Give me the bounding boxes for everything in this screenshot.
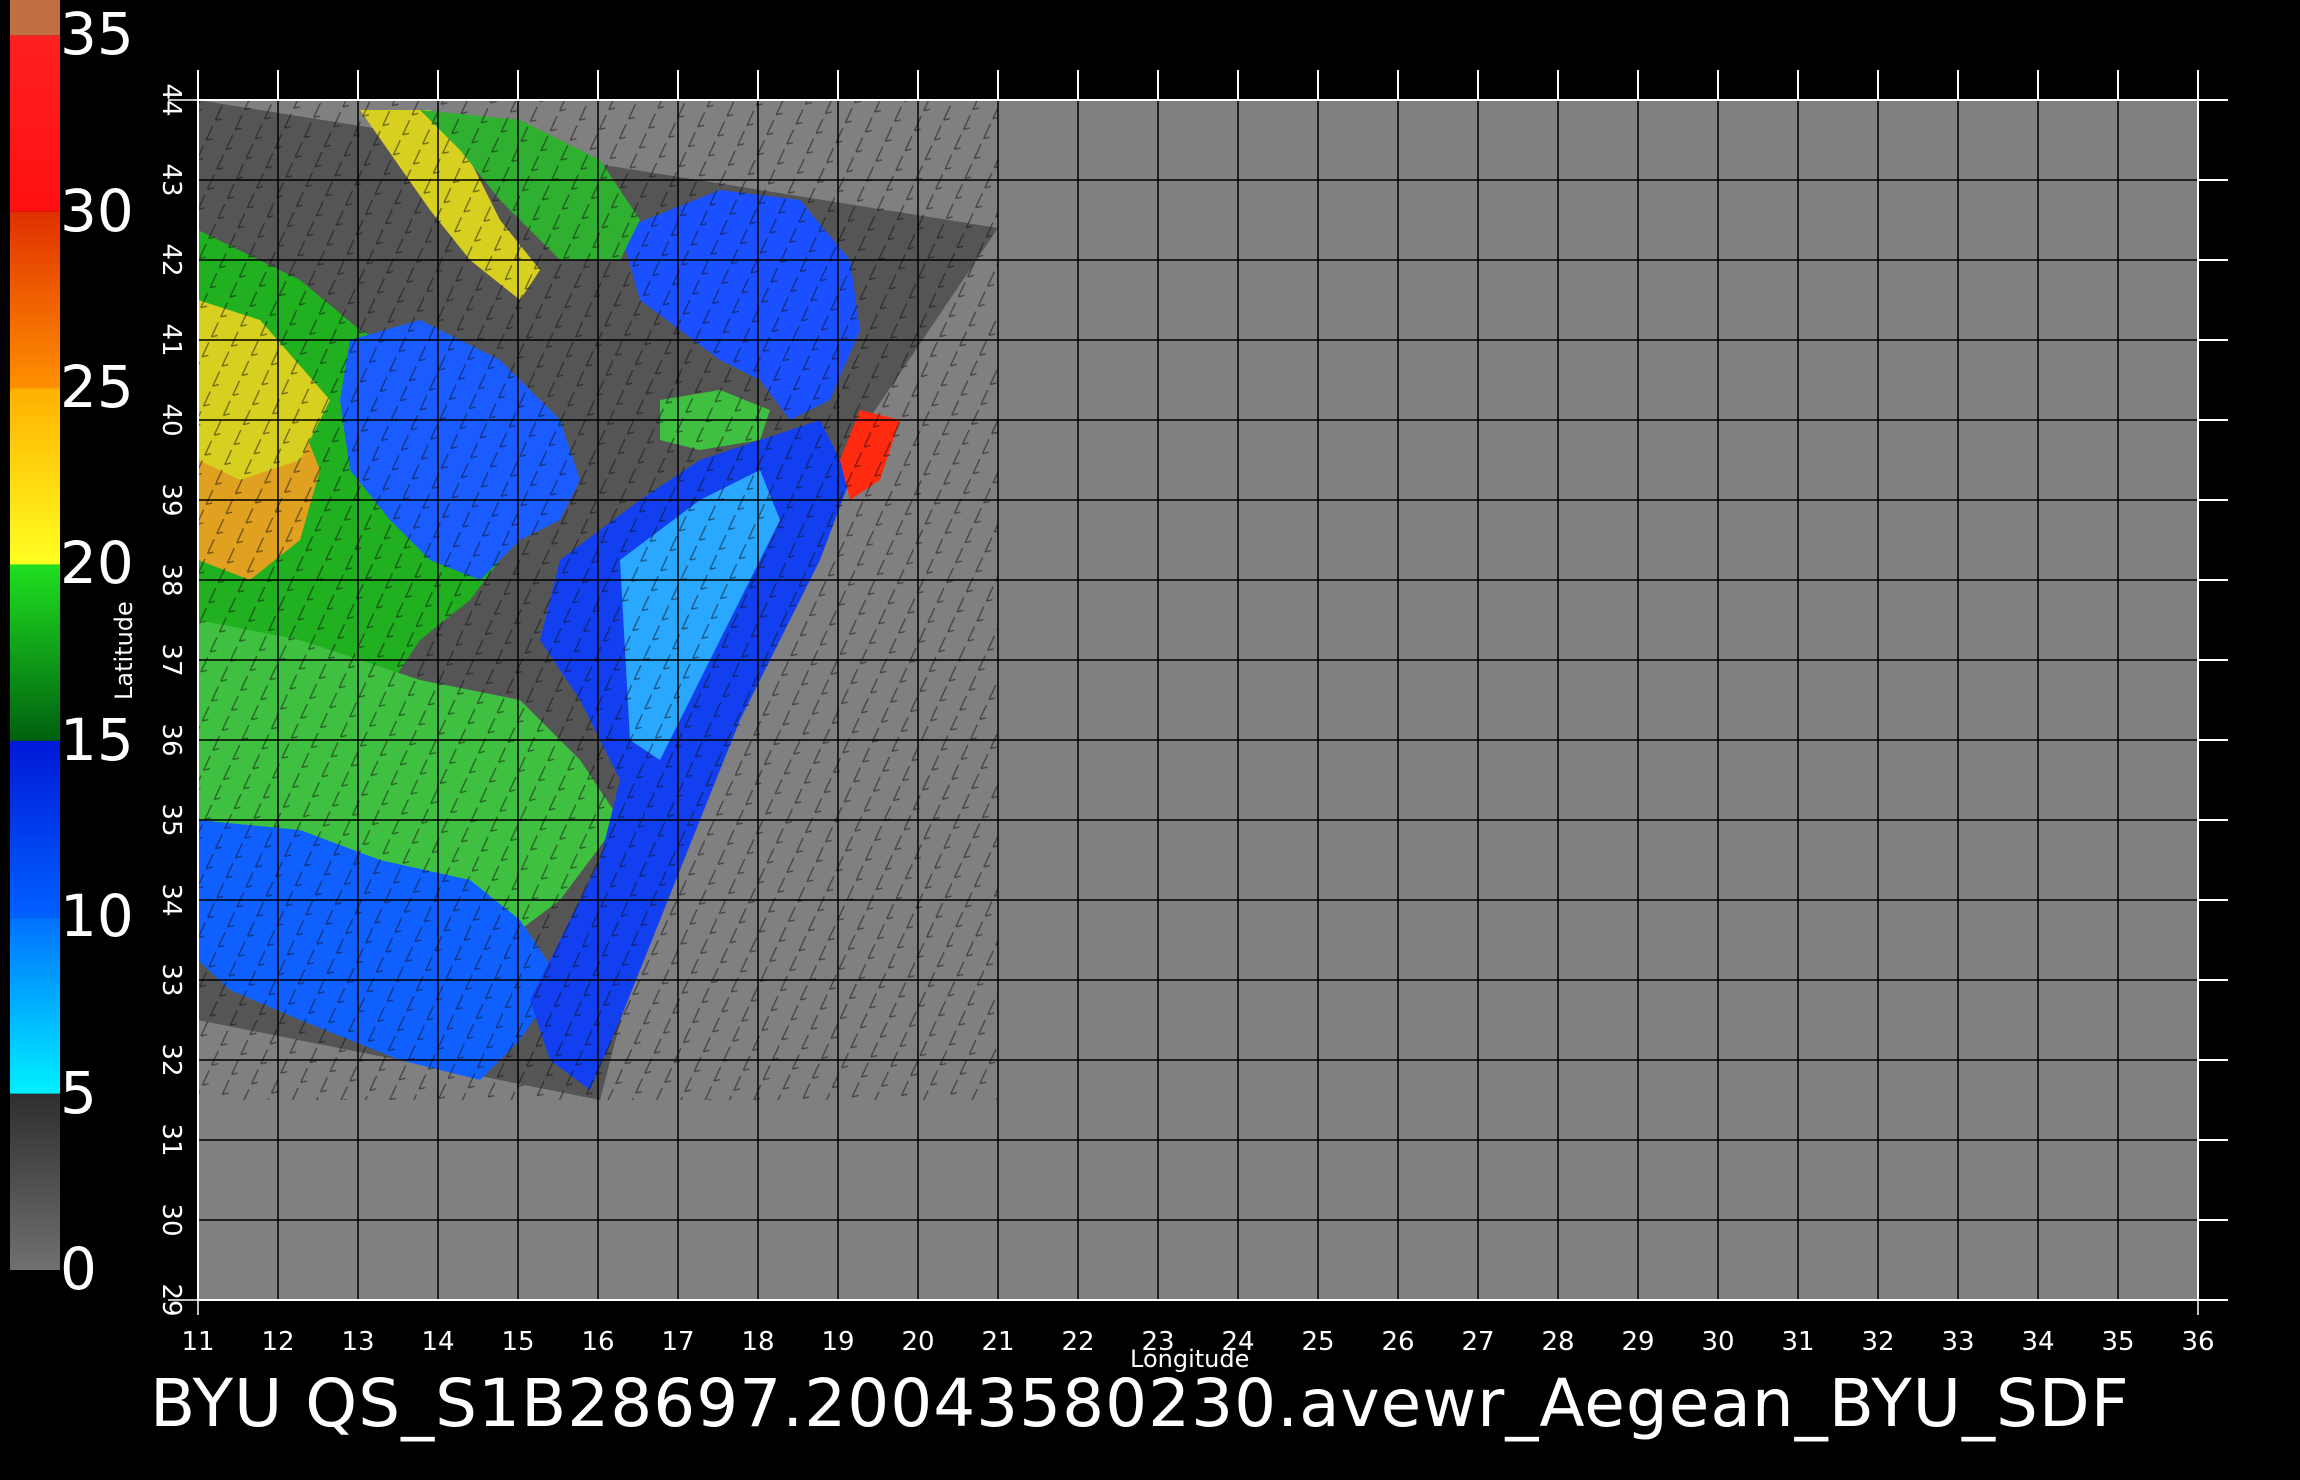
lon-tick-label: 36: [2181, 1327, 2214, 1357]
colorbar-band: [10, 0, 60, 36]
lat-tick-label: 29: [156, 1283, 186, 1316]
lat-tick-label: 36: [156, 723, 186, 756]
lon-tick-label: 20: [901, 1327, 934, 1357]
lon-tick-label: 33: [1941, 1327, 1974, 1357]
lon-tick-label: 12: [261, 1327, 294, 1357]
colorbar-label: 5: [60, 1058, 97, 1127]
lat-tick-label: 44: [156, 83, 186, 116]
colorbar-label: 0: [60, 1235, 97, 1303]
figure-caption: BYU QS_S1B28697.20043580230.avewr_Aegean…: [150, 1365, 2130, 1442]
lat-tick-label: 33: [156, 963, 186, 996]
lon-tick-label: 17: [661, 1327, 694, 1357]
lon-tick-label: 13: [341, 1327, 374, 1357]
lat-tick-label: 30: [156, 1203, 186, 1236]
colorbar-band: [10, 388, 60, 565]
lon-tick-label: 18: [741, 1327, 774, 1357]
colorbar-label: 15: [60, 705, 134, 774]
lon-tick-label: 34: [2021, 1327, 2054, 1357]
latitude-tick-labels: 29 30 31 32 33 34 35 36 37 38 39 40 41 42 43 44: [156, 83, 186, 1316]
lon-tick-label: 14: [421, 1327, 454, 1357]
lon-tick-label: 28: [1541, 1327, 1574, 1357]
lat-tick-label: 32: [156, 1043, 186, 1076]
lon-tick-label: 21: [981, 1327, 1014, 1357]
lat-tick-label: 43: [156, 163, 186, 196]
colorbar-band: [10, 564, 60, 741]
lon-tick-label: 15: [501, 1327, 534, 1357]
lat-tick-label: 38: [156, 563, 186, 596]
lon-tick-label: 16: [581, 1327, 614, 1357]
colorbar-band: [10, 917, 60, 1094]
colorbar-band: [10, 211, 60, 389]
lon-tick-label: 26: [1381, 1327, 1414, 1357]
lon-tick-label: 22: [1061, 1327, 1094, 1357]
lon-tick-label: 25: [1301, 1327, 1334, 1357]
lon-tick-label: 27: [1461, 1327, 1494, 1357]
colorbar-label: 25: [60, 353, 134, 422]
colorbar-label: 10: [60, 882, 134, 951]
lat-tick-label: 37: [156, 643, 186, 676]
lat-tick-label: 41: [156, 323, 186, 356]
colorbar-band: [10, 1093, 60, 1270]
lat-tick-label: 39: [156, 483, 186, 516]
colorbar-band: [10, 740, 60, 918]
lon-tick-label: 30: [1701, 1327, 1734, 1357]
colorbar-label: 20: [60, 529, 134, 598]
colorbar-band: [10, 35, 60, 212]
lon-tick-label: 29: [1621, 1327, 1654, 1357]
lon-tick-label: 35: [2101, 1327, 2134, 1357]
lat-tick-label: 42: [156, 243, 186, 276]
lon-tick-label: 11: [181, 1327, 214, 1357]
lon-tick-label: 19: [821, 1327, 854, 1357]
lon-tick-label: 31: [1781, 1327, 1814, 1357]
lat-tick-label: 31: [156, 1123, 186, 1156]
lat-tick-label: 34: [156, 883, 186, 916]
lat-tick-label: 35: [156, 803, 186, 836]
lon-tick-label: 32: [1861, 1327, 1894, 1357]
colorbar-label: 35: [60, 0, 134, 69]
colorbar: [10, 0, 60, 1270]
colorbar-label: 30: [60, 176, 134, 245]
wind-map-figure: 11 12 13 14 15 16 17 18 19 20 21 22 23 24 25 26 27 28 29 30…: [10, 0, 2228, 1357]
lat-tick-label: 40: [156, 403, 186, 436]
y-axis-label: Latitude: [110, 601, 138, 700]
